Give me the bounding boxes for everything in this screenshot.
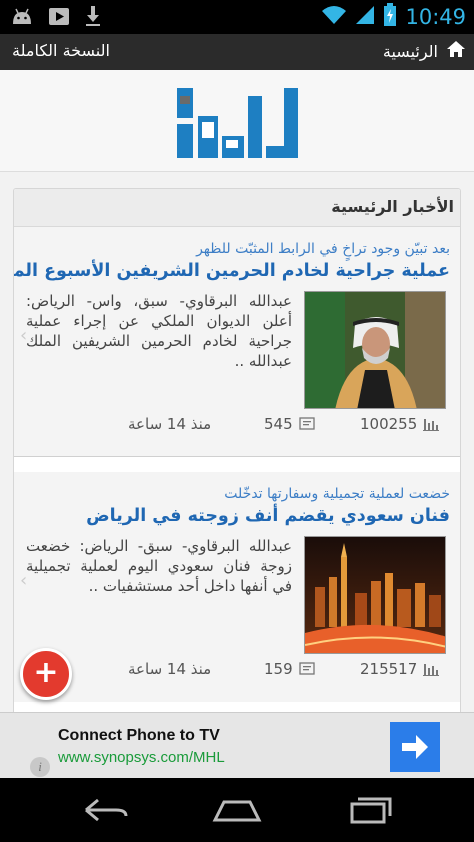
article-headline[interactable]: فنان سعودي يقضم أنف زوجته في الرياض (86, 506, 450, 526)
views-count: 100255 (360, 415, 440, 433)
screen: 10:49 النسخة الكاملة الرئيسية الأخبار ال… (0, 0, 474, 842)
article-kicker: بعد تبيّن وجود تراخٍ في الرابط المثبّت ل… (196, 241, 450, 257)
status-time: 10:49 (405, 5, 466, 29)
views-count: 215517 (360, 660, 440, 678)
chevron-left-icon[interactable]: ‹ (20, 325, 27, 346)
article-time: منذ 14 ساعة (128, 415, 212, 433)
play-store-icon (48, 5, 70, 31)
android-icon (10, 6, 34, 30)
download-icon (84, 5, 102, 31)
info-icon[interactable]: i (30, 757, 50, 777)
section-header: الأخبار الرئيسية (14, 189, 460, 227)
article-excerpt: عبدالله البرقاوي- سبق- الرياض: خضعت زوجة… (26, 537, 292, 595)
ad-banner[interactable]: i Connect Phone to TV www.synopsys.com/M… (0, 712, 474, 778)
recent-apps-icon[interactable] (346, 796, 394, 828)
status-bar: 10:49 (0, 0, 474, 34)
ad-url[interactable]: www.synopsys.com/MHL (58, 749, 225, 766)
comments-count: 545 (264, 415, 315, 433)
home-icon (446, 39, 466, 63)
battery-icon (383, 3, 397, 31)
comment-box-icon (298, 662, 315, 675)
article-time: منذ 14 ساعة (128, 660, 212, 678)
wifi-icon (321, 4, 347, 30)
article-thumbnail[interactable] (304, 536, 446, 654)
news-card[interactable]: بعد تبيّن وجود تراخٍ في الرابط المثبّت ل… (14, 227, 460, 457)
logo-strip (0, 70, 474, 172)
sabq-logo (177, 88, 298, 158)
views-value: 100255 (360, 415, 418, 433)
plus-icon: + (33, 655, 59, 690)
article-kicker: خضعت لعملية تجميلية وسفارتها تدخّلت (224, 486, 450, 502)
signal-icon (355, 4, 375, 30)
home-nav-icon[interactable] (212, 796, 262, 828)
ad-title[interactable]: Connect Phone to TV (58, 727, 220, 745)
article-thumbnail[interactable] (304, 291, 446, 409)
views-value: 215517 (360, 660, 418, 678)
arrow-right-icon (402, 735, 428, 759)
comments-value: 159 (264, 660, 293, 678)
comment-box-icon (298, 417, 315, 430)
comments-count: 159 (264, 660, 315, 678)
home-label: الرئيسية (382, 41, 438, 61)
action-bar: النسخة الكاملة الرئيسية (0, 34, 474, 70)
bar-chart-icon (423, 664, 440, 676)
article-headline[interactable]: عملية جراحية لخادم الحرمين الشريفين الأس… (14, 261, 450, 281)
back-icon[interactable] (82, 796, 130, 828)
bar-chart-icon (423, 419, 440, 431)
comments-value: 545 (264, 415, 293, 433)
full-version-link[interactable]: النسخة الكاملة (12, 41, 110, 60)
top-news-section: الأخبار الرئيسية بعد تبيّن وجود تراخٍ في… (13, 188, 461, 748)
ad-go-button[interactable] (390, 722, 440, 772)
home-button[interactable]: الرئيسية (383, 39, 466, 63)
article-excerpt: عبدالله البرقاوي- سبق، واس- الرياض: أعلن… (26, 292, 292, 370)
chevron-left-icon[interactable]: ‹ (20, 570, 27, 591)
section-title: الأخبار الرئيسية (331, 197, 454, 216)
navigation-bar (0, 778, 474, 842)
news-card[interactable]: خضعت لعملية تجميلية وسفارتها تدخّلت فنان… (14, 472, 460, 702)
add-button[interactable]: + (20, 648, 72, 700)
